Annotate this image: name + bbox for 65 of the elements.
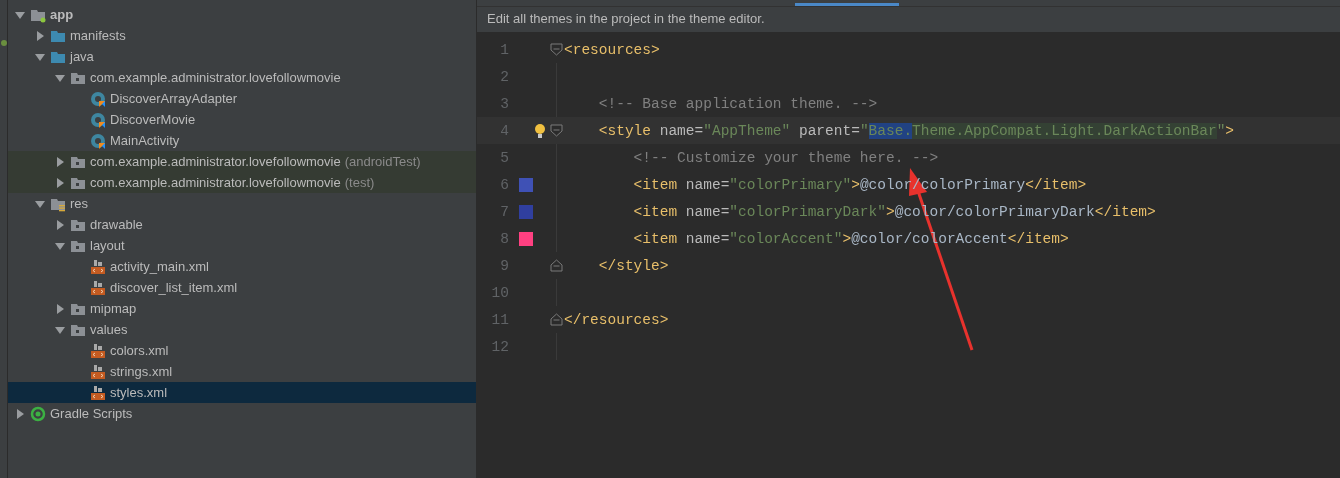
lightbulb-icon[interactable]: [533, 122, 547, 139]
line-number: 1: [499, 41, 509, 58]
line-number: 2: [499, 68, 509, 85]
collapsed-arrow-icon[interactable]: [55, 303, 65, 314]
tree-item[interactable]: DiscoverMovie: [8, 109, 476, 130]
expanded-arrow-icon[interactable]: [55, 240, 65, 251]
line-number: 12: [490, 338, 509, 355]
fold-close-icon[interactable]: [549, 313, 563, 326]
line-number: 8: [499, 230, 509, 247]
expanded-arrow-icon[interactable]: [35, 198, 45, 209]
code-line: <!-- Base application theme. -->: [597, 95, 878, 112]
collapsed-arrow-icon[interactable]: [35, 30, 45, 41]
gradle-icon: [30, 405, 46, 422]
collapsed-arrow-icon[interactable]: [55, 219, 65, 230]
class-icon: [90, 111, 106, 128]
line-number: 9: [499, 257, 509, 274]
tree-item[interactable]: manifests: [8, 25, 476, 46]
xml-file-icon: [90, 342, 106, 359]
tree-item[interactable]: strings.xml: [8, 361, 476, 382]
scope-label: (test): [344, 175, 375, 190]
fold-close-icon[interactable]: [549, 259, 563, 272]
tree-item[interactable]: res: [8, 193, 476, 214]
android-icon[interactable]: [0, 40, 7, 46]
line-number: 11: [490, 311, 509, 328]
tree-item[interactable]: com.example.administrator.lovefollowmovie (androidTest): [8, 151, 476, 172]
class-icon: [90, 132, 106, 149]
fold-open-icon[interactable]: [549, 43, 563, 56]
expanded-arrow-icon[interactable]: [35, 51, 45, 62]
line-number: 10: [490, 284, 509, 301]
theme-editor-notice: Edit all themes in the project in the theme editor.: [477, 6, 1340, 33]
code-line: </style>: [597, 257, 669, 274]
scope-label: (androidTest): [344, 154, 421, 169]
collapsed-arrow-icon[interactable]: [55, 156, 65, 167]
line-number: 6: [499, 176, 509, 193]
tree-item[interactable]: discover_list_item.xml: [8, 277, 476, 298]
expanded-arrow-icon[interactable]: [15, 9, 25, 20]
tree-item[interactable]: activity_main.xml: [8, 256, 476, 277]
expanded-arrow-icon[interactable]: [55, 72, 65, 83]
xml-file-icon: [90, 258, 106, 275]
xml-file-icon: [90, 279, 106, 296]
collapsed-arrow-icon[interactable]: [15, 408, 25, 419]
line-number: 3: [499, 95, 509, 112]
code-line: </resources>: [564, 311, 669, 328]
tree-item[interactable]: values: [8, 319, 476, 340]
expanded-arrow-icon[interactable]: [55, 324, 65, 335]
class-icon: [90, 90, 106, 107]
tree-item[interactable]: Gradle Scripts: [8, 403, 476, 424]
tree-item[interactable]: DiscoverArrayAdapter: [8, 88, 476, 109]
line-number: 5: [499, 149, 509, 166]
tree-item[interactable]: mipmap: [8, 298, 476, 319]
tree-item[interactable]: colors.xml: [8, 340, 476, 361]
xml-file-icon: [90, 384, 106, 401]
tree-item[interactable]: app: [8, 4, 476, 25]
tree-item[interactable]: com.example.administrator.lovefollowmovie (test): [8, 172, 476, 193]
tree-item[interactable]: styles.xml: [8, 382, 476, 403]
tree-item[interactable]: layout: [8, 235, 476, 256]
tree-item[interactable]: com.example.administrator.lovefollowmovie: [8, 67, 476, 88]
code-line: <resources>: [564, 41, 660, 58]
tree-item[interactable]: java: [8, 46, 476, 67]
line-number: 7: [499, 203, 509, 220]
tree-item[interactable]: drawable: [8, 214, 476, 235]
code-line: <!-- Customize your theme here. -->: [632, 149, 939, 166]
collapsed-arrow-icon[interactable]: [55, 177, 65, 188]
xml-file-icon: [90, 363, 106, 380]
tree-item[interactable]: MainActivity: [8, 130, 476, 151]
